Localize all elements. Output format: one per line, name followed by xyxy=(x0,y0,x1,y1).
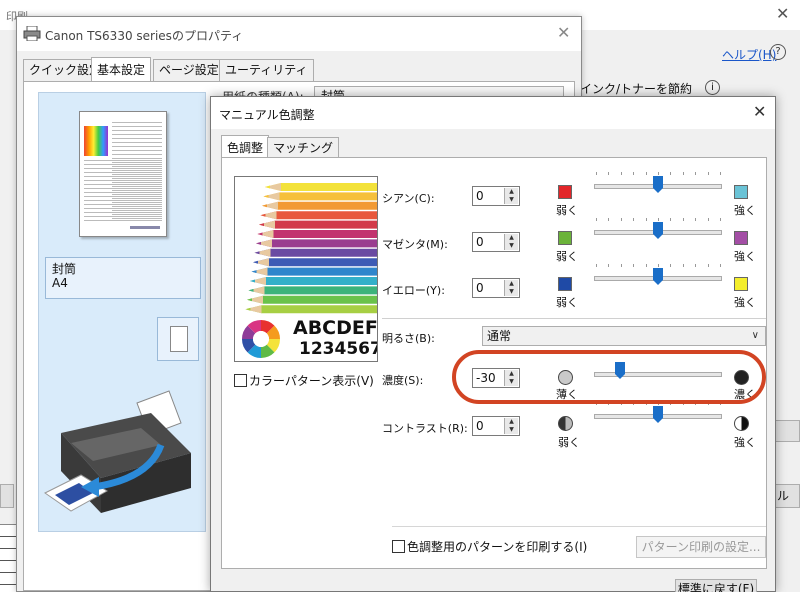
chevron-down-icon: ∨ xyxy=(751,330,759,341)
weak-label: 弱く xyxy=(556,204,578,217)
color-spinbox[interactable]: 0 ▲ ▼ xyxy=(472,278,520,298)
color-pencils-icon xyxy=(245,183,377,314)
printer-icon xyxy=(23,26,41,41)
separator xyxy=(382,318,766,319)
color-pattern-checkbox[interactable] xyxy=(234,374,247,387)
tab-color-adjustment[interactable]: 色調整 xyxy=(221,135,270,159)
strong-color-swatch xyxy=(734,231,748,245)
weak-label: 弱く xyxy=(556,296,578,309)
properties-titlebar: Canon TS6330 seriesのプロパティ ✕ xyxy=(17,17,581,51)
sample-numbers: 1234567 xyxy=(299,339,378,359)
strong-label: 強く xyxy=(734,250,756,263)
printer-illustration-icon xyxy=(44,390,191,513)
slider-ticks xyxy=(596,264,721,267)
weak-color-swatch xyxy=(558,185,572,199)
spin-up-icon[interactable]: ▲ xyxy=(505,280,518,288)
manual-color-title: マニュアル色調整 xyxy=(219,108,315,122)
color-wheel-icon xyxy=(242,320,280,358)
low-contrast-icon xyxy=(558,416,573,431)
strong-color-swatch xyxy=(734,277,748,291)
reset-defaults-button[interactable]: 標準に戻す(F) xyxy=(675,579,757,592)
spin-up-icon[interactable]: ▲ xyxy=(505,188,518,196)
help-icon[interactable]: ? xyxy=(770,44,786,60)
color-value: 0 xyxy=(476,281,484,295)
spin-up-icon[interactable]: ▲ xyxy=(505,234,518,242)
spin-down-icon[interactable]: ▼ xyxy=(505,426,518,434)
orientation-button[interactable] xyxy=(157,317,199,361)
contrast-label: コントラスト(R): xyxy=(382,422,468,435)
media-name: 封筒 xyxy=(52,262,77,276)
contrast-right-label: 強く xyxy=(734,436,756,449)
background-left-button[interactable] xyxy=(0,484,14,508)
properties-title: Canon TS6330 seriesのプロパティ xyxy=(45,29,244,43)
color-value: 0 xyxy=(476,189,484,203)
media-size: A4 xyxy=(52,276,68,290)
tab-utility[interactable]: ユーティリティ xyxy=(219,59,314,81)
separator xyxy=(392,526,766,527)
info-icon[interactable]: i xyxy=(705,80,720,95)
tab-main[interactable]: 基本設定 xyxy=(91,57,152,81)
color-row-label: シアン(C): xyxy=(382,192,435,205)
weak-label: 弱く xyxy=(556,250,578,263)
pattern-print-settings-button[interactable]: パターン印刷の設定... xyxy=(636,536,766,558)
contrast-slider-thumb[interactable] xyxy=(652,406,664,424)
tab-matching[interactable]: マッチング xyxy=(267,137,340,159)
brightness-value: 通常 xyxy=(487,329,512,343)
print-pattern-checkbox-row[interactable]: 色調整用のパターンを印刷する(I) xyxy=(392,538,587,555)
background-side-button[interactable] xyxy=(774,420,800,442)
spin-up-icon[interactable]: ▲ xyxy=(505,418,518,426)
save-ink-label: インク/トナーを節約 xyxy=(580,82,693,96)
properties-close-button[interactable]: ✕ xyxy=(557,23,570,42)
color-row-label: イエロー(Y): xyxy=(382,284,445,297)
print-pattern-checkbox[interactable] xyxy=(392,540,405,553)
tab-page-setup[interactable]: ページ設定 xyxy=(153,59,225,81)
page-preview xyxy=(79,111,167,237)
media-info: 封筒 A4 xyxy=(45,257,201,299)
color-slider-thumb[interactable] xyxy=(652,176,664,194)
brightness-label: 明るさ(B): xyxy=(382,332,435,345)
strong-color-swatch xyxy=(734,185,748,199)
color-pattern-label: カラーパターン表示(V) xyxy=(249,374,374,388)
manual-color-titlebar: マニュアル色調整 ✕ xyxy=(211,97,775,129)
contrast-value: 0 xyxy=(476,419,484,433)
color-spinbox[interactable]: 0 ▲ ▼ xyxy=(472,232,520,252)
slider-ticks xyxy=(596,218,721,221)
background-right-button[interactable]: ル xyxy=(774,484,800,508)
contrast-spinbox[interactable]: 0 ▲ ▼ xyxy=(472,416,520,436)
print-pattern-label: 色調整用のパターンを印刷する(I) xyxy=(407,540,588,554)
print-window-close-button[interactable]: ✕ xyxy=(776,4,789,23)
sample-image: ABCDEF 1234567 xyxy=(234,176,378,362)
background-list xyxy=(0,524,16,592)
contrast-left-label: 弱く xyxy=(558,436,580,449)
color-spinbox[interactable]: 0 ▲ ▼ xyxy=(472,186,520,206)
spin-down-icon[interactable]: ▼ xyxy=(505,288,518,296)
slider-ticks xyxy=(596,172,721,175)
color-slider-thumb[interactable] xyxy=(652,222,664,240)
manual-color-close-button[interactable]: ✕ xyxy=(753,102,766,121)
color-value: 0 xyxy=(476,235,484,249)
color-slider-thumb[interactable] xyxy=(652,268,664,286)
strong-label: 強く xyxy=(734,296,756,309)
high-contrast-icon xyxy=(734,416,749,431)
preview-pane: 封筒 A4 xyxy=(38,92,206,532)
strong-label: 強く xyxy=(734,204,756,217)
spin-down-icon[interactable]: ▼ xyxy=(505,196,518,204)
weak-color-swatch xyxy=(558,231,572,245)
weak-color-swatch xyxy=(558,277,572,291)
highlight-annotation xyxy=(452,350,766,404)
manual-color-dialog: マニュアル色調整 ✕ 色調整 マッチング ABCDEF 1234567 カラーパ… xyxy=(210,96,776,592)
color-row-label: マゼンタ(M): xyxy=(382,238,448,251)
intensity-label: 濃度(S): xyxy=(382,374,424,387)
spin-down-icon[interactable]: ▼ xyxy=(505,242,518,250)
sample-text: ABCDEF xyxy=(293,317,378,339)
color-pattern-checkbox-row[interactable]: カラーパターン表示(V) xyxy=(234,372,374,389)
page-icon xyxy=(170,326,188,352)
help-link[interactable]: ヘルプ(H) xyxy=(722,46,776,63)
brightness-select[interactable]: 通常 ∨ xyxy=(482,326,766,346)
